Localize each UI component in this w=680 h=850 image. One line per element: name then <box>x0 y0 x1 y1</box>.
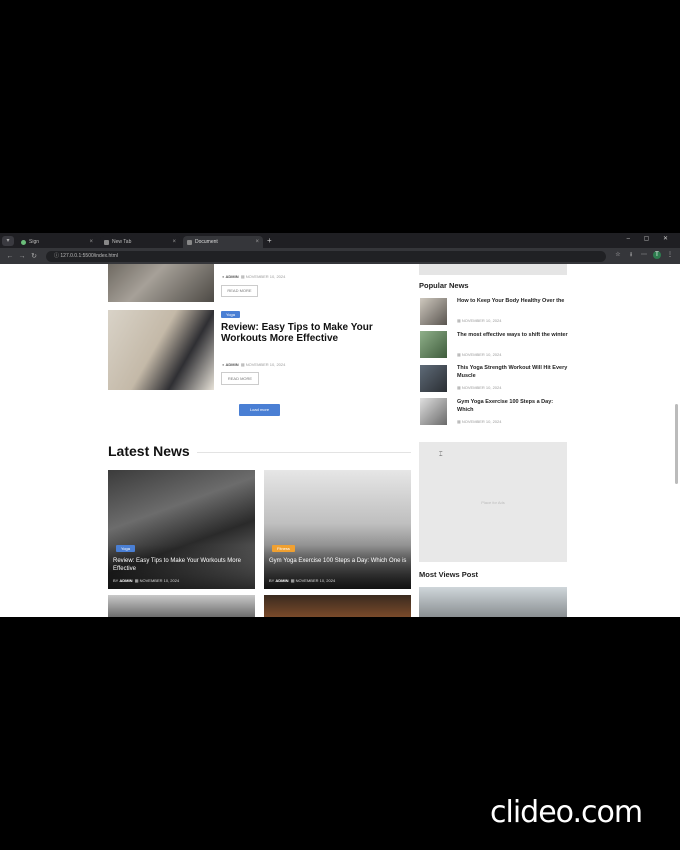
tab-document[interactable]: Document × <box>183 236 263 248</box>
popular-news-title[interactable]: The most effective ways to shift the win… <box>457 331 569 339</box>
post-meta: ● ADMIN ▦ NOVEMBER 10, 2024 <box>222 362 286 367</box>
news-card-meta: BY ADMIN ▦ NOVEMBER 10, 2024 <box>113 578 180 583</box>
web-page: ● ADMIN ▦ NOVEMBER 10, 2024 READ MORE Yo… <box>0 264 680 617</box>
tab-search-button[interactable]: ▾ <box>2 235 14 246</box>
featured-post-image[interactable] <box>108 310 214 390</box>
profile-avatar[interactable]: T <box>653 251 661 259</box>
popular-news-date: ▦ NOVEMBER 10, 2024 <box>457 385 502 390</box>
extensions-icon[interactable]: ⋯ <box>640 251 648 259</box>
site-info-icon[interactable]: ⓘ <box>54 253 59 259</box>
category-badge[interactable]: Yoga <box>221 311 240 318</box>
more-menu-icon[interactable]: ⋮ <box>666 251 674 259</box>
news-card-meta: BY ADMIN ▦ NOVEMBER 10, 2024 <box>269 578 336 583</box>
category-badge[interactable]: Fitness <box>272 545 295 552</box>
mouse-cursor-icon: ⌶ <box>439 452 443 458</box>
popular-news-thumb[interactable] <box>420 398 447 425</box>
screen-recording-frame: ▾ Sign × New Tab × Document × + – ▢ ✕ ← … <box>0 233 680 617</box>
news-card[interactable] <box>108 595 255 617</box>
tab-close-icon[interactable]: × <box>172 239 176 245</box>
tab-new-tab[interactable]: New Tab × <box>100 236 180 248</box>
news-card[interactable]: Yoga Review: Easy Tips to Make Your Work… <box>108 470 255 589</box>
sidebar-widget-bottom <box>419 264 567 275</box>
tab-favicon-icon <box>21 239 26 245</box>
news-card-title[interactable]: Gym Yoga Exercise 100 Steps a Day: Which… <box>269 557 409 565</box>
news-card[interactable]: Fitness Gym Yoga Exercise 100 Steps a Da… <box>264 470 411 589</box>
news-card[interactable] <box>264 595 411 617</box>
post-meta: ● ADMIN ▦ NOVEMBER 10, 2024 <box>222 274 286 279</box>
tab-label: Sign <box>29 239 40 245</box>
url-input[interactable]: ⓘ 127.0.0.1:5500/index.html <box>46 250 606 262</box>
browser-toolbar-icons: ☆ ⭳ ⋯ T ⋮ <box>614 251 674 259</box>
category-badge[interactable]: Yoga <box>116 545 135 552</box>
tab-favicon-icon <box>104 239 109 245</box>
ad-label: Place for Ads <box>481 500 505 505</box>
tab-favicon-icon <box>187 239 192 245</box>
news-card-title[interactable]: Review: Easy Tips to Make Your Workouts … <box>113 557 253 573</box>
tab-sign[interactable]: Sign × <box>17 236 97 248</box>
popular-news-thumb[interactable] <box>420 298 447 325</box>
popular-news-date: ▦ NOVEMBER 10, 2024 <box>457 318 502 323</box>
popular-news-date: ▦ NOVEMBER 10, 2024 <box>457 419 502 424</box>
download-icon[interactable]: ⭳ <box>627 251 635 259</box>
load-more-button[interactable]: Load more <box>239 404 280 416</box>
url-text: 127.0.0.1:5500/index.html <box>60 252 118 259</box>
popular-news-date: ▦ NOVEMBER 10, 2024 <box>457 352 502 357</box>
featured-post-image[interactable] <box>108 264 214 302</box>
tab-close-icon[interactable]: × <box>255 239 259 245</box>
bookmark-star-icon[interactable]: ☆ <box>614 251 622 259</box>
popular-news-thumb[interactable] <box>420 331 447 358</box>
browser-tab-bar: ▾ Sign × New Tab × Document × + – ▢ ✕ <box>0 233 680 248</box>
reload-icon[interactable]: ↻ <box>28 252 40 260</box>
popular-news-title[interactable]: How to Keep Your Body Healthy Over the <box>457 297 569 305</box>
read-more-button[interactable]: READ MORE <box>221 372 259 385</box>
popular-news-heading: Popular News <box>419 281 469 290</box>
popular-news-title[interactable]: Gym Yoga Exercise 100 Steps a Day: Which <box>457 398 569 414</box>
popular-news-title[interactable]: This Yoga Strength Workout Will Hit Ever… <box>457 364 569 380</box>
tab-close-icon[interactable]: × <box>89 239 93 245</box>
most-views-image[interactable] <box>419 587 567 617</box>
most-views-heading: Most Views Post <box>419 570 479 579</box>
read-more-button[interactable]: READ MORE <box>221 285 258 297</box>
clideo-watermark: clideo.com <box>490 795 643 830</box>
section-divider <box>197 452 411 453</box>
forward-arrow-icon[interactable]: → <box>16 253 28 260</box>
page-scrollbar[interactable] <box>675 404 678 484</box>
featured-post-title[interactable]: Review: Easy Tips to Make Your Workouts … <box>221 322 391 344</box>
ad-placeholder[interactable]: Place for Ads <box>419 442 567 562</box>
tab-label: New Tab <box>112 239 132 245</box>
new-tab-button[interactable]: + <box>267 236 272 245</box>
back-arrow-icon[interactable]: ← <box>4 253 16 260</box>
tab-label: Document <box>195 239 218 245</box>
popular-news-thumb[interactable] <box>420 365 447 392</box>
latest-news-heading: Latest News <box>108 443 190 459</box>
browser-address-bar: ← → ↻ ⓘ 127.0.0.1:5500/index.html ☆ ⭳ ⋯ … <box>0 248 680 264</box>
window-controls[interactable]: – ▢ ✕ <box>627 235 674 242</box>
